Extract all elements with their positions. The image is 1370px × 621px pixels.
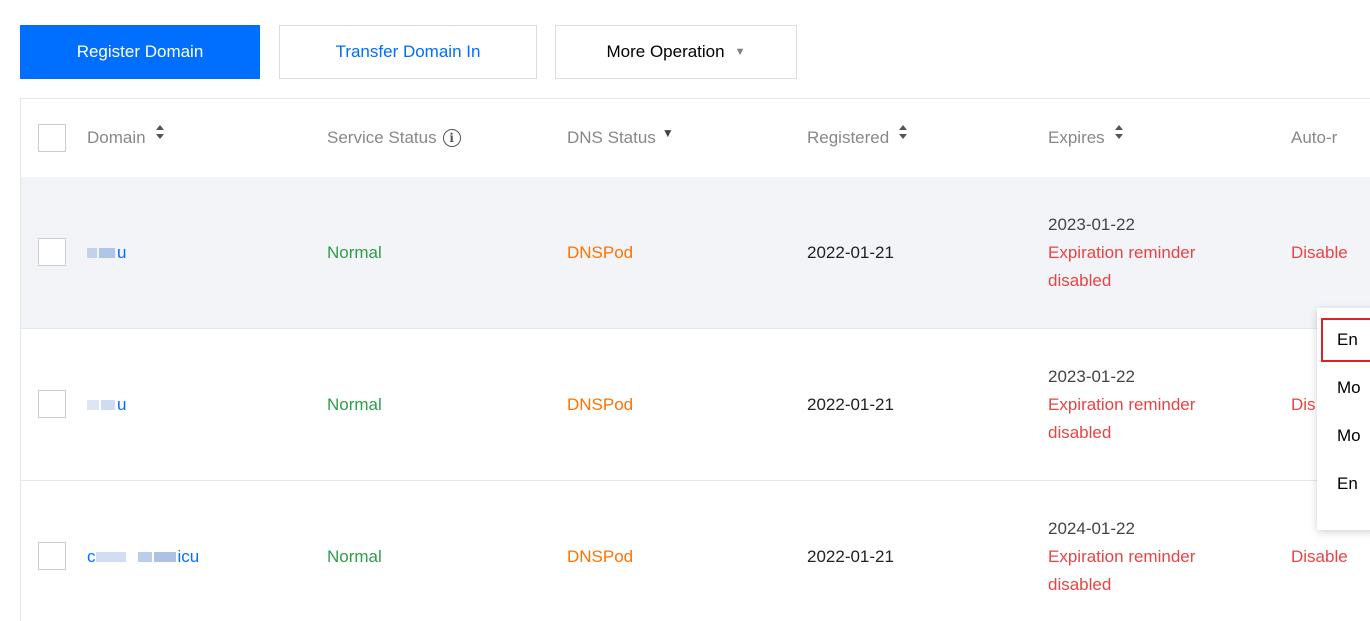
domain-link[interactable]: u	[87, 177, 126, 329]
expiration-reminder-status: disabled	[1048, 271, 1112, 290]
expires-cell: 2023-01-22 Expiration reminder disabled	[1048, 211, 1195, 295]
column-label-expires: Expires	[1048, 128, 1105, 147]
expires-cell: 2024-01-22 Expiration reminder disabled	[1048, 515, 1195, 599]
domain-name: u	[87, 395, 126, 415]
dropdown-item-enable[interactable]: En	[1321, 318, 1370, 362]
expiration-reminder-text: Expiration reminder	[1048, 395, 1196, 414]
column-label-auto-renew: Auto-r	[1291, 128, 1338, 147]
dropdown-item-enable-2[interactable]: En	[1319, 462, 1370, 506]
column-label-service-status: Service Status	[327, 128, 437, 147]
dropdown-item-modify-2[interactable]: Mo	[1319, 414, 1370, 458]
register-domain-button[interactable]: Register Domain	[20, 25, 260, 79]
domain-table: Domain Service Status i DNS Status ▼ Reg…	[20, 98, 1370, 621]
sort-icon[interactable]	[899, 125, 908, 139]
dns-status-text: DNSPod	[567, 547, 634, 566]
column-header-dns-status[interactable]: DNS Status ▼	[567, 99, 674, 177]
expires-date: 2024-01-22	[1048, 519, 1135, 538]
row-checkbox[interactable]	[38, 542, 66, 570]
registered-date: 2022-01-21	[807, 243, 894, 262]
registered-date: 2022-01-21	[807, 395, 894, 414]
domain-name: c icu	[87, 547, 200, 566]
expires-cell: 2023-01-22 Expiration reminder disabled	[1048, 363, 1195, 447]
row-checkbox[interactable]	[38, 238, 66, 266]
service-status-text: Normal	[327, 243, 382, 262]
table-row: c icu Normal DNSPod 2022-01-21 2024-01-22…	[21, 481, 1370, 621]
auto-renew-status[interactable]: Disable	[1291, 177, 1348, 329]
column-label-dns-status: DNS Status	[567, 128, 656, 147]
sort-icon[interactable]	[155, 125, 164, 139]
column-header-domain[interactable]: Domain	[87, 99, 164, 177]
service-status-text: Normal	[327, 395, 382, 414]
more-operation-label: More Operation	[606, 42, 725, 61]
dns-status-text: DNSPod	[567, 243, 634, 262]
row-checkbox[interactable]	[38, 390, 66, 418]
column-header-service-status: Service Status i	[327, 99, 461, 177]
expires-date: 2023-01-22	[1048, 367, 1135, 386]
sort-icon[interactable]	[1114, 125, 1123, 139]
expiration-reminder-status: disabled	[1048, 423, 1112, 442]
expiration-reminder-text: Expiration reminder	[1048, 547, 1196, 566]
service-status-text: Normal	[327, 547, 382, 566]
dns-status-text: DNSPod	[567, 395, 634, 414]
caret-down-icon: ▼	[734, 46, 746, 58]
column-header-auto-renew: Auto-r	[1291, 99, 1337, 177]
filter-icon[interactable]: ▼	[662, 126, 674, 140]
auto-renew-dropdown-menu: En Mo Mo En	[1317, 308, 1370, 530]
auto-renew-status[interactable]: Dis	[1291, 329, 1316, 481]
more-operation-dropdown[interactable]: More Operation ▼	[555, 25, 797, 79]
domain-link[interactable]: c icu	[87, 481, 199, 621]
registered-date: 2022-01-21	[807, 547, 894, 566]
select-all-checkbox[interactable]	[38, 124, 66, 152]
table-row: u Normal DNSPod 2022-01-21 2023-01-22 Ex…	[21, 177, 1370, 329]
transfer-domain-in-button[interactable]: Transfer Domain In	[279, 25, 537, 79]
table-row: u Normal DNSPod 2022-01-21 2023-01-22 Ex…	[21, 329, 1370, 481]
register-domain-label: Register Domain	[76, 42, 204, 61]
table-header: Domain Service Status i DNS Status ▼ Reg…	[21, 99, 1370, 178]
dropdown-item-modify[interactable]: Mo	[1319, 366, 1370, 410]
domain-link[interactable]: u	[87, 329, 126, 481]
expiration-reminder-text: Expiration reminder	[1048, 243, 1196, 262]
expiration-reminder-status: disabled	[1048, 575, 1112, 594]
domain-name: u	[87, 243, 126, 263]
column-label-registered: Registered	[807, 128, 890, 147]
expires-date: 2023-01-22	[1048, 215, 1135, 234]
info-icon[interactable]: i	[442, 129, 461, 147]
column-header-registered[interactable]: Registered	[807, 99, 908, 177]
column-label-domain: Domain	[87, 128, 146, 147]
transfer-domain-label: Transfer Domain In	[335, 42, 481, 61]
column-header-expires[interactable]: Expires	[1048, 99, 1123, 177]
